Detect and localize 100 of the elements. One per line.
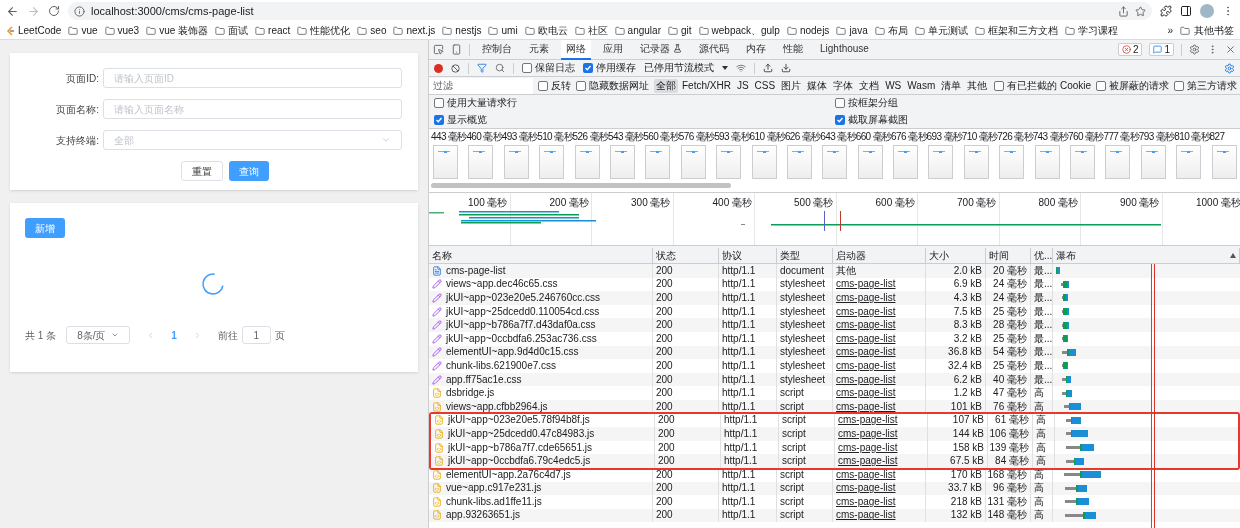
message-count[interactable]: 1 — [1149, 43, 1174, 56]
bookmark[interactable]: 布局 — [874, 23, 908, 38]
extensions-icon[interactable] — [1160, 5, 1172, 17]
devtools-tab[interactable]: 控制台 — [477, 40, 517, 60]
column-header[interactable]: 大小 — [929, 250, 949, 261]
checkbox[interactable] — [583, 63, 593, 73]
devtools-tab[interactable]: 记录器 — [635, 40, 687, 60]
request-name[interactable]: chunk-libs.ad1ffe11.js — [446, 496, 542, 507]
type-filter[interactable]: 字体 — [831, 78, 856, 93]
side-panel-icon[interactable] — [1180, 5, 1192, 17]
star-icon[interactable] — [1135, 5, 1146, 17]
frame-thumbnail[interactable] — [999, 145, 1025, 179]
request-name[interactable]: jkUI~app~25dcedd0.47c84983.js — [448, 428, 595, 439]
request-row[interactable]: jkUI~app~0ccbdfa6.79c4edc5.js 200 http/1.1 script cms-page-list 67.5 kB 84 毫秒 高 — [431, 454, 1238, 468]
initiator-link[interactable]: cms-page-list — [836, 374, 896, 385]
checkbox[interactable] — [434, 114, 444, 125]
devtools-tab[interactable]: 元素 — [524, 40, 554, 60]
request-name[interactable]: app.93263651.js — [446, 510, 520, 521]
frame-thumbnail[interactable] — [1176, 145, 1202, 179]
throttle-select[interactable]: 已停用节流模式 — [644, 63, 728, 73]
column-header[interactable]: 启动器 — [836, 250, 866, 261]
reload-icon[interactable] — [48, 5, 60, 17]
checkbox[interactable] — [434, 98, 444, 109]
bookmark[interactable]: git — [667, 23, 692, 38]
request-name[interactable]: jkUI~app~b786a7f7.d43daf0a.css — [446, 320, 596, 331]
request-name[interactable]: jkUI~app~25dcedd0.110054cd.css — [446, 306, 600, 317]
bookmark[interactable]: 学习课程 — [1064, 23, 1118, 38]
back-icon[interactable] — [6, 4, 19, 18]
request-name[interactable]: chunk-libs.621900e7.css — [446, 360, 557, 371]
download-icon[interactable] — [781, 63, 791, 73]
filter-icon[interactable] — [477, 63, 487, 73]
other-bookmarks[interactable]: 其他书签 — [1180, 23, 1234, 38]
bookmark[interactable]: 社区 — [574, 23, 608, 38]
bookmark[interactable]: angular — [614, 23, 661, 38]
inspect-icon[interactable] — [433, 44, 444, 55]
frame-thumbnail[interactable] — [574, 145, 600, 179]
frame-thumbnail[interactable] — [893, 145, 919, 179]
initiator-link[interactable]: cms-page-list — [836, 279, 896, 290]
initiator-link[interactable]: cms-page-list — [836, 306, 896, 317]
initiator-link[interactable]: cms-page-list — [838, 428, 898, 439]
initiator-link[interactable]: cms-page-list — [836, 388, 896, 399]
type-filter[interactable]: Fetch/XHR — [680, 78, 733, 93]
type-filter[interactable]: 文档 — [857, 78, 882, 93]
bookmark[interactable]: vue — [68, 23, 98, 38]
bookmark[interactable]: umi — [488, 23, 518, 38]
share-icon[interactable] — [1118, 5, 1129, 17]
bookmark[interactable]: 面试 — [215, 23, 249, 38]
request-name[interactable]: cms-page-list — [446, 265, 506, 276]
forward-icon[interactable] — [27, 4, 40, 18]
checkbox-option[interactable]: 反转 — [538, 80, 571, 91]
bookmark[interactable]: seo — [357, 23, 387, 38]
bookmark[interactable]: nodejs — [786, 23, 830, 38]
checkbox[interactable] — [994, 80, 1005, 91]
frame-thumbnail[interactable] — [1140, 145, 1166, 179]
type-filter[interactable]: 全部 — [654, 78, 678, 93]
checkbox[interactable] — [834, 98, 845, 109]
initiator-link[interactable]: cms-page-list — [836, 360, 896, 371]
bookmark[interactable]: 性能优化 — [297, 23, 351, 38]
checkbox-option[interactable]: 有已拦截的 Cookie — [994, 80, 1092, 91]
checkbox[interactable] — [522, 63, 532, 73]
frame-thumbnail[interactable] — [539, 145, 565, 179]
checkbox-option[interactable]: 按框架分组 — [834, 98, 898, 109]
close-icon[interactable] — [1225, 44, 1236, 55]
profile-avatar[interactable] — [1200, 4, 1214, 18]
checkbox[interactable] — [1096, 80, 1107, 91]
initiator-link[interactable]: cms-page-list — [836, 401, 896, 412]
checkbox-option[interactable]: 保留日志 — [522, 63, 575, 73]
initiator-link[interactable]: cms-page-list — [836, 496, 896, 507]
type-filter[interactable]: JS — [734, 78, 751, 93]
request-name[interactable]: elementUI~app.9d4d0c15.css — [446, 347, 579, 358]
type-filter[interactable]: 清单 — [939, 78, 964, 93]
address-bar[interactable]: localhost:3000/cms/cms-page-list — [68, 2, 1152, 20]
request-row[interactable]: jkUI~app~023e20e5.246760cc.css 200 http/1.1 stylesheet cms-page-list 4.3 kB 24 毫秒 最... — [429, 291, 1240, 305]
bookmark[interactable]: react — [255, 23, 291, 38]
type-filter[interactable]: Wasm — [905, 78, 938, 93]
settings-icon[interactable] — [1189, 44, 1200, 55]
type-filter[interactable]: 图片 — [779, 78, 804, 93]
request-name[interactable]: app.ff75ac1e.css — [446, 374, 522, 385]
request-row[interactable]: jkUI~app~b786a7f7.d43daf0a.css 200 http/1.1 stylesheet cms-page-list 8.3 kB 28 毫秒 最... — [429, 318, 1240, 332]
column-header[interactable]: 协议 — [722, 250, 742, 261]
checkbox-option[interactable]: 隐藏数据网址 — [576, 80, 649, 91]
page-size-select[interactable]: 8条/页 — [66, 326, 131, 344]
column-header[interactable]: 瀑布 — [1056, 250, 1076, 261]
frame-thumbnail[interactable] — [857, 145, 883, 179]
column-header[interactable]: 名称 — [432, 250, 452, 261]
checkbox-option[interactable]: 显示概览 — [434, 114, 487, 125]
request-name[interactable]: vue~app.c917e231.js — [446, 483, 542, 494]
frame-thumbnail[interactable] — [928, 145, 954, 179]
settings-icon[interactable] — [1224, 62, 1235, 74]
secondary-button[interactable]: 重置 — [181, 161, 223, 181]
request-name[interactable]: elementUI~app.2a76c4d7.js — [446, 469, 571, 480]
request-name[interactable]: jkUI~app~023e20e5.246760cc.css — [446, 293, 600, 303]
request-name[interactable]: jkUI~app~023e20e5.78f94b8f.js — [448, 415, 590, 426]
record-button[interactable] — [434, 63, 443, 73]
initiator-link[interactable]: cms-page-list — [836, 510, 896, 521]
devtools-tab[interactable]: 性能 — [778, 40, 808, 60]
checkbox-option[interactable]: 停用缓存 — [583, 63, 636, 73]
request-name[interactable]: jkUI~app~b786a7f7.cde65651.js — [448, 442, 592, 453]
frame-thumbnail[interactable] — [786, 145, 812, 179]
devtools-tab[interactable]: 内存 — [741, 40, 771, 60]
